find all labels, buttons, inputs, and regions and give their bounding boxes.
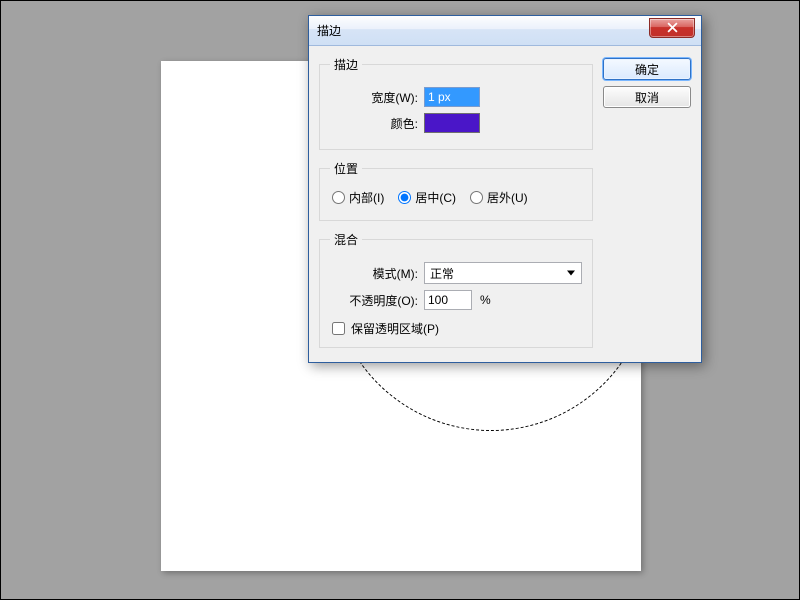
close-button[interactable]	[649, 18, 695, 38]
opacity-label: 不透明度(O):	[330, 292, 418, 309]
color-swatch[interactable]	[424, 113, 480, 133]
opacity-unit: %	[480, 293, 491, 307]
dialog-left-column: 描边 宽度(W): 颜色: 位置 内部(I)	[319, 56, 593, 348]
width-row: 宽度(W):	[330, 87, 582, 107]
close-icon	[667, 22, 678, 33]
cancel-button[interactable]: 取消	[603, 86, 691, 108]
opacity-input[interactable]	[424, 290, 472, 310]
color-row: 颜色:	[330, 113, 582, 133]
blend-group: 混合 模式(M): 正常 不透明度(O): % 保留透明区域(	[319, 231, 593, 348]
position-center-option[interactable]: 居中(C)	[398, 189, 456, 206]
ok-button-label: 确定	[635, 61, 659, 78]
stroke-legend: 描边	[330, 56, 362, 73]
position-outside-radio[interactable]	[470, 191, 483, 204]
width-input[interactable]	[424, 87, 480, 107]
dialog-title: 描边	[317, 22, 341, 39]
stroke-dialog: 描边 描边 宽度(W): 颜色:	[308, 15, 702, 363]
position-legend: 位置	[330, 160, 362, 177]
dialog-body: 描边 宽度(W): 颜色: 位置 内部(I)	[309, 46, 701, 362]
stroke-group: 描边 宽度(W): 颜色:	[319, 56, 593, 150]
cancel-button-label: 取消	[635, 89, 659, 106]
dialog-right-column: 确定 取消	[603, 56, 691, 348]
opacity-row: 不透明度(O): %	[330, 290, 582, 310]
mode-value: 正常	[430, 265, 454, 282]
width-label: 宽度(W):	[330, 89, 418, 106]
preserve-checkbox[interactable]	[332, 322, 345, 335]
position-outside-label: 居外(U)	[487, 189, 528, 206]
mode-label: 模式(M):	[330, 265, 418, 282]
app-frame: 描边 描边 宽度(W): 颜色:	[0, 0, 800, 600]
position-radio-row: 内部(I) 居中(C) 居外(U)	[330, 185, 582, 210]
position-inside-radio[interactable]	[332, 191, 345, 204]
ok-button[interactable]: 确定	[603, 58, 691, 80]
position-outside-option[interactable]: 居外(U)	[470, 189, 528, 206]
dialog-titlebar[interactable]: 描边	[309, 16, 701, 46]
position-inside-label: 内部(I)	[349, 189, 384, 206]
position-center-label: 居中(C)	[415, 189, 456, 206]
mode-select[interactable]: 正常	[424, 262, 582, 284]
color-label: 颜色:	[330, 115, 418, 132]
position-inside-option[interactable]: 内部(I)	[332, 189, 384, 206]
position-group: 位置 内部(I) 居中(C) 居外(U)	[319, 160, 593, 221]
preserve-label: 保留透明区域(P)	[351, 320, 439, 337]
blend-legend: 混合	[330, 231, 362, 248]
position-center-radio[interactable]	[398, 191, 411, 204]
preserve-row: 保留透明区域(P)	[330, 316, 582, 337]
mode-row: 模式(M): 正常	[330, 262, 582, 284]
